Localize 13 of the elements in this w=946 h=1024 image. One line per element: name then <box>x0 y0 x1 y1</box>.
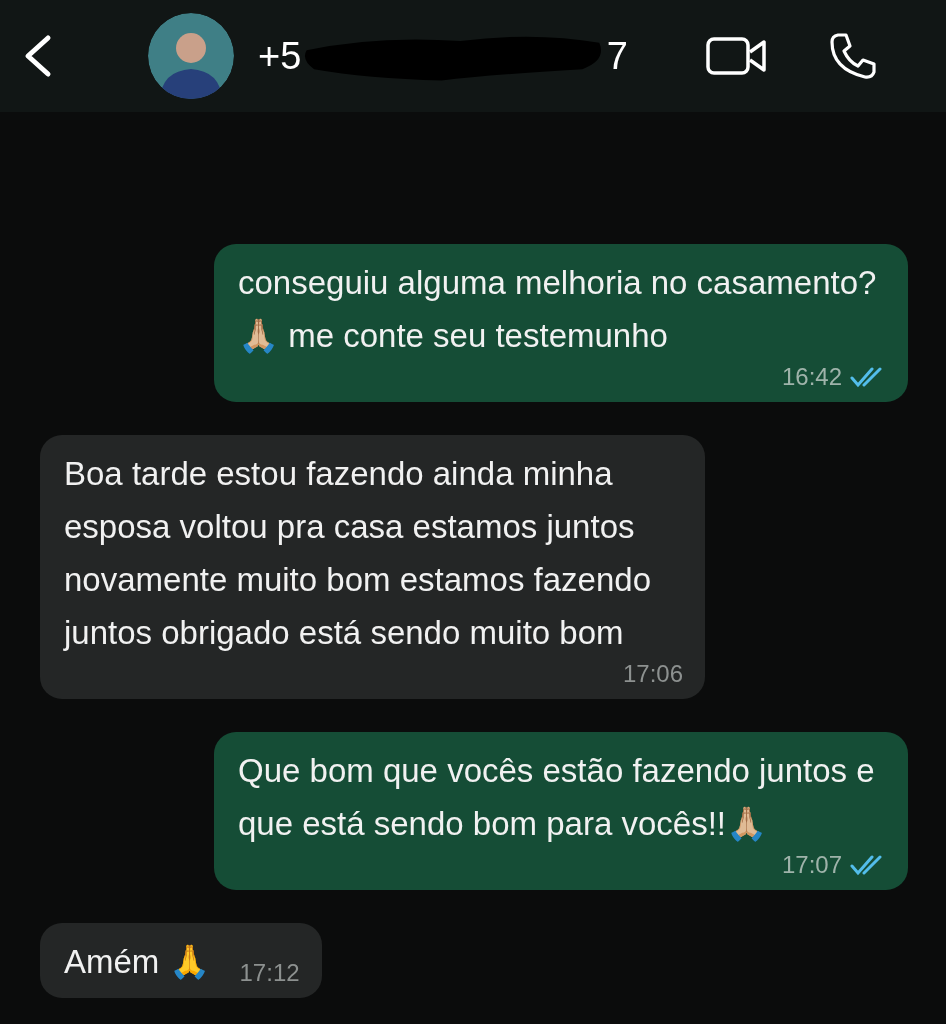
message-text: Amém 🙏 <box>64 942 210 982</box>
message-time: 17:12 <box>239 958 300 988</box>
video-call-icon[interactable] <box>706 36 768 76</box>
avatar[interactable] <box>148 13 234 99</box>
message-time: 16:42 <box>781 362 842 392</box>
message-text: Que bom que vocês estão fazendo juntos e que está sendo bom para vocês!!🙏🏼 <box>238 751 876 844</box>
contact-name[interactable]: 7 <box>606 34 628 78</box>
contact-name[interactable]: +5 <box>258 34 302 78</box>
phone-call-icon[interactable] <box>828 31 878 81</box>
message-time: 17:06 <box>622 659 683 689</box>
message-time: 17:07 <box>781 850 842 880</box>
message-text: Boa tarde estou fazendo ainda minha esposa voltou pra casa estamos juntos novamente muito bom estamos fazendo juntos obrigado está sendo muito bom <box>64 454 652 653</box>
message-text: conseguiu alguma melhoria no casamento?🙏🏼 me conte seu testemunho <box>238 263 878 356</box>
